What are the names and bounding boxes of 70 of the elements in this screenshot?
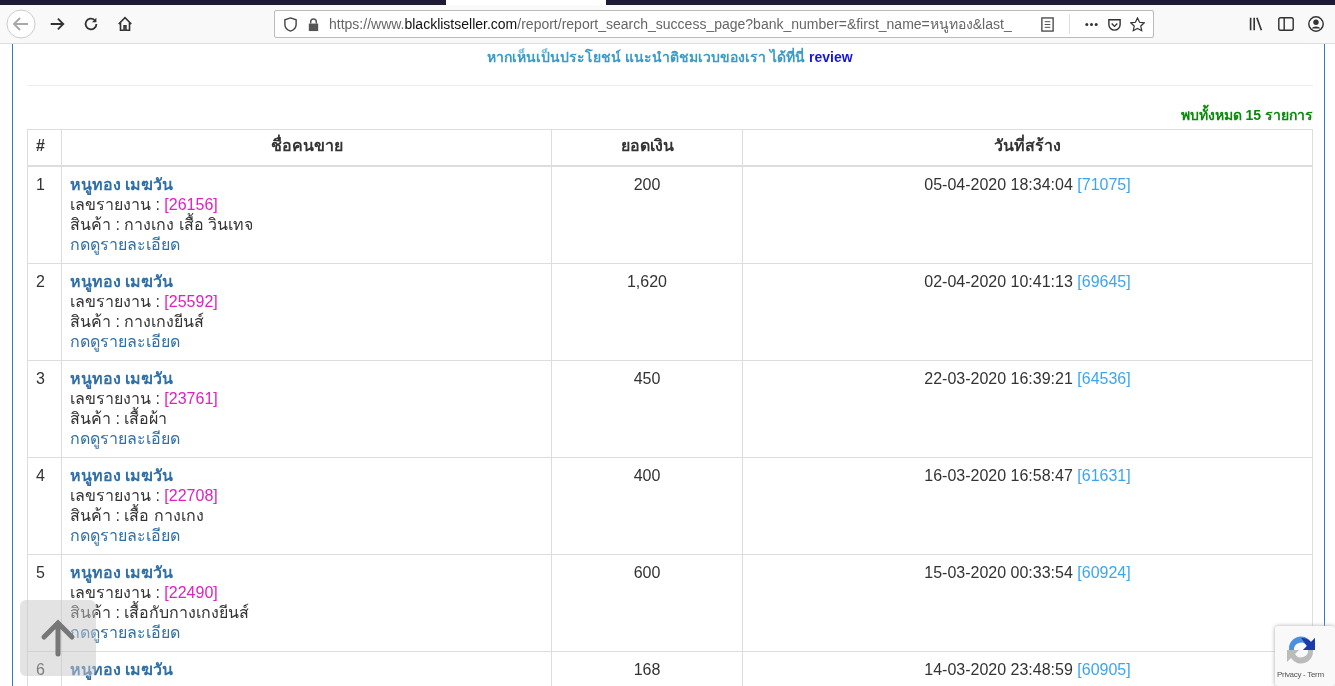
reference-link[interactable]: [64536] [1077, 370, 1131, 387]
library-icon[interactable] [1247, 15, 1265, 33]
banner-text: หากเห็นเป็นประโยชน์ แนะนำติชมเวบของเรา ได้ที่นี่ [487, 49, 806, 65]
shield-icon[interactable] [283, 16, 298, 32]
seller-name-link[interactable]: หนูทอง เมฆวัน [70, 175, 174, 195]
reload-icon[interactable] [82, 15, 100, 33]
details-link[interactable]: กดดูรายละเอียด [70, 526, 180, 546]
report-label: เลขรายงาน : [70, 196, 160, 213]
table-cell: 4 [27, 457, 62, 555]
product-text: สินค้า : เสื้อ กางเกง [70, 506, 204, 526]
column-header: ชื่อคนขาย [61, 129, 552, 166]
result-count: พบทั้งหมด 15 รายการ [27, 104, 1313, 126]
details-link[interactable]: กดดูรายละเอียด [70, 332, 180, 352]
review-link[interactable]: review [809, 49, 853, 65]
amount-text: 1,620 [626, 273, 667, 290]
home-icon[interactable] [116, 15, 134, 33]
report-label: เลขรายงาน : [70, 293, 160, 310]
seller-name-link[interactable]: หนูทอง เมฆวัน [70, 369, 174, 389]
report-number: [22490] [164, 584, 218, 601]
table-cell: 3 [27, 360, 62, 458]
reader-view-icon[interactable] [1040, 16, 1055, 32]
pocket-icon[interactable] [1107, 16, 1122, 32]
address-bar[interactable]: https://www.blacklistseller.com/report/report_search_success_page?bank_number=&first_name=หนูทอง&last_ [274, 10, 1154, 38]
table-cell: 5 [27, 554, 62, 652]
product-text: สินค้า : เสื้อผ้า [70, 409, 168, 429]
lock-icon [306, 16, 321, 32]
star-icon[interactable] [1130, 16, 1145, 32]
column-header: ยอดเงิน [551, 129, 743, 166]
reference-link[interactable]: [60924] [1077, 564, 1131, 581]
product-text: สินค้า : กางเกง เสื้อ วินเทจ [70, 215, 254, 235]
sidebar-icon[interactable] [1277, 15, 1295, 33]
account-icon[interactable] [1307, 15, 1325, 33]
forward-icon[interactable] [48, 15, 66, 33]
column-header: # [27, 129, 62, 166]
product-text: สินค้า : เสื้อกับกางเกงยีนส์ [70, 603, 250, 623]
created-date: 22-03-2020 16:39:21 [924, 370, 1073, 387]
details-link[interactable]: กดดูรายละเอียด [70, 235, 180, 255]
reference-link[interactable]: [71075] [1077, 176, 1131, 193]
reference-link[interactable]: [60905] [1077, 661, 1131, 678]
seller-name-link[interactable]: หนูทอง เมฆวัน [70, 272, 174, 292]
amount-text: 200 [633, 176, 661, 193]
report-number: [25592] [164, 293, 218, 310]
amount-text: 400 [633, 467, 661, 484]
report-label: เลขรายงาน : [70, 487, 160, 504]
reference-link[interactable]: [69645] [1077, 273, 1131, 290]
seller-name-link[interactable]: หนูทอง เมฆวัน [70, 563, 174, 583]
table-cell: 6 [27, 651, 62, 686]
report-number: [26156] [164, 196, 218, 213]
created-date: 15-03-2020 00:33:54 [924, 564, 1073, 581]
report-number: [23761] [164, 390, 218, 407]
amount-text: 600 [633, 564, 661, 581]
created-date: 05-04-2020 18:34:04 [924, 176, 1073, 193]
privacy-terms-links[interactable]: Privacy - Term [1277, 670, 1324, 679]
report-label: เลขรายงาน : [70, 390, 160, 407]
created-date: 14-03-2020 23:48:59 [924, 661, 1073, 678]
amount-text: 168 [633, 661, 661, 678]
created-date: 02-04-2020 10:41:13 [924, 273, 1073, 290]
table-cell: 2 [27, 263, 62, 361]
seller-name-link[interactable]: หนูทอง เมฆวัน [70, 660, 174, 680]
created-date: 16-03-2020 16:58:47 [924, 467, 1073, 484]
details-link[interactable]: กดดูรายละเอียด [70, 623, 180, 643]
report-label: เลขรายงาน : [70, 584, 160, 601]
reference-link[interactable]: [61631] [1077, 467, 1131, 484]
report-number: [22708] [164, 487, 218, 504]
details-link[interactable]: กดดูรายละเอียด [70, 429, 180, 449]
seller-name-link[interactable]: หนูทอง เมฆวัน [70, 466, 174, 486]
column-header: วันที่สร้าง [742, 129, 1313, 166]
amount-text: 450 [633, 370, 661, 387]
table-cell: 1 [27, 166, 62, 264]
product-text: สินค้า : กางเกงยีนส์ [70, 312, 205, 332]
